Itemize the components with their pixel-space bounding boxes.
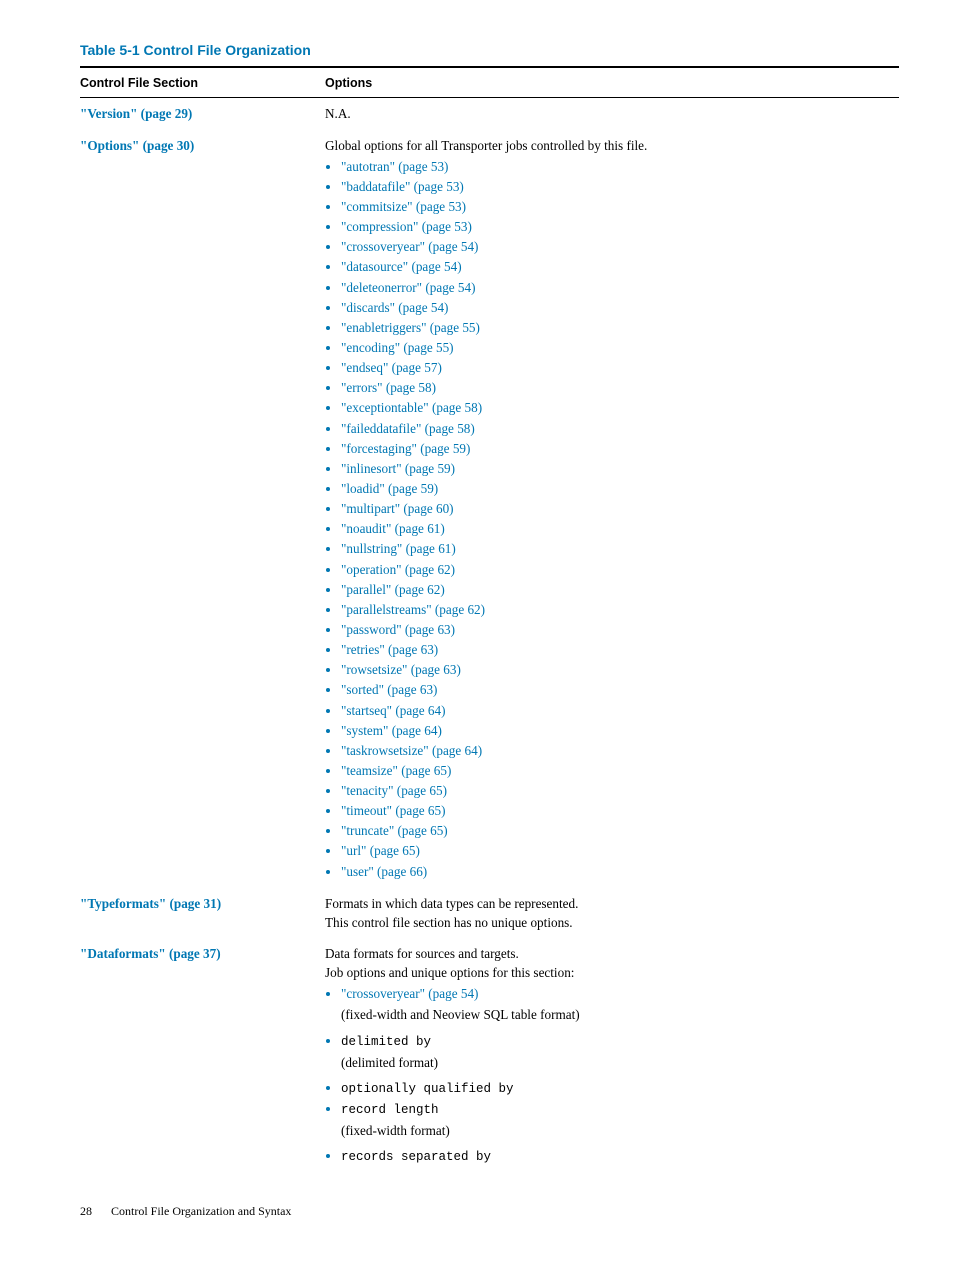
list-item[interactable]: "errors" (page 58)	[341, 380, 436, 395]
list-item[interactable]: "inlinesort" (page 59)	[341, 461, 455, 476]
list-item: records separated by	[341, 1150, 491, 1164]
section-link-dataformats[interactable]: "Dataformats" (page 37)	[80, 946, 221, 961]
list-item[interactable]: "compression" (page 53)	[341, 219, 472, 234]
list-item[interactable]: "encoding" (page 55)	[341, 340, 454, 355]
header-section: Control File Section	[80, 68, 325, 97]
list-item[interactable]: "forcestaging" (page 59)	[341, 441, 470, 456]
table-row: "Typeformats" (page 31) Formats in which…	[80, 888, 899, 938]
options-desc: Global options for all Transporter jobs …	[325, 136, 899, 155]
list-item[interactable]: "datasource" (page 54)	[341, 259, 462, 274]
list-item[interactable]: "taskrowsetsize" (page 64)	[341, 743, 482, 758]
section-link-options[interactable]: "Options" (page 30)	[80, 138, 194, 153]
list-item[interactable]: "multipart" (page 60)	[341, 501, 454, 516]
page-footer: 28 Control File Organization and Syntax	[80, 1203, 899, 1220]
list-item[interactable]: "faileddatafile" (page 58)	[341, 421, 475, 436]
version-desc: N.A.	[325, 98, 899, 129]
list-item[interactable]: "parallelstreams" (page 62)	[341, 602, 485, 617]
list-item[interactable]: "autotran" (page 53)	[341, 159, 448, 174]
list-item[interactable]: "user" (page 66)	[341, 864, 427, 879]
list-item[interactable]: "parallel" (page 62)	[341, 582, 445, 597]
list-item[interactable]: "startseq" (page 64)	[341, 703, 446, 718]
table-row: "Options" (page 30) Global options for a…	[80, 130, 899, 888]
list-item[interactable]: "crossoveryear" (page 54)	[341, 239, 478, 254]
list-item[interactable]: "operation" (page 62)	[341, 562, 455, 577]
list-item[interactable]: "retries" (page 63)	[341, 642, 438, 657]
list-item[interactable]: "enabletriggers" (page 55)	[341, 320, 480, 335]
list-item[interactable]: "commitsize" (page 53)	[341, 199, 466, 214]
typeformats-desc1: Formats in which data types can be repre…	[325, 894, 899, 913]
table-row: "Dataformats" (page 37) Data formats for…	[80, 938, 899, 1173]
page-number: 28	[80, 1203, 108, 1220]
list-note: (fixed-width and Neoview SQL table forma…	[341, 1005, 899, 1024]
list-item: record length	[341, 1103, 439, 1117]
list-item[interactable]: "noaudit" (page 61)	[341, 521, 445, 536]
options-list: "autotran" (page 53) "baddatafile" (page…	[325, 157, 899, 881]
list-item[interactable]: "password" (page 63)	[341, 622, 455, 637]
list-item[interactable]: "endseq" (page 57)	[341, 360, 442, 375]
list-item[interactable]: "sorted" (page 63)	[341, 682, 437, 697]
list-item: optionally qualified by	[341, 1082, 514, 1096]
list-item[interactable]: "loadid" (page 59)	[341, 481, 438, 496]
header-options: Options	[325, 68, 899, 97]
list-item[interactable]: "rowsetsize" (page 63)	[341, 662, 461, 677]
dataformats-list: "crossoveryear" (page 54) (fixed-width a…	[325, 984, 899, 1166]
list-item[interactable]: "baddatafile" (page 53)	[341, 179, 464, 194]
list-item[interactable]: "truncate" (page 65)	[341, 823, 448, 838]
list-item[interactable]: "tenacity" (page 65)	[341, 783, 447, 798]
list-item[interactable]: "nullstring" (page 61)	[341, 541, 456, 556]
typeformats-desc2: This control file section has no unique …	[325, 913, 899, 932]
table-title: Table 5-1 Control File Organization	[80, 40, 899, 60]
control-file-table: Control File Section Options "Version" (…	[80, 68, 899, 1173]
list-note: (delimited format)	[341, 1053, 899, 1072]
list-item[interactable]: "exceptiontable" (page 58)	[341, 400, 482, 415]
section-link-typeformats[interactable]: "Typeformats" (page 31)	[80, 896, 221, 911]
dataformats-desc1: Data formats for sources and targets.	[325, 944, 899, 963]
list-item[interactable]: "discards" (page 54)	[341, 300, 448, 315]
list-note: (fixed-width format)	[341, 1121, 899, 1140]
list-item[interactable]: "teamsize" (page 65)	[341, 763, 451, 778]
table-row: "Version" (page 29) N.A.	[80, 98, 899, 129]
list-item: delimited by	[341, 1035, 431, 1049]
section-link-version[interactable]: "Version" (page 29)	[80, 106, 192, 121]
dataformats-desc2: Job options and unique options for this …	[325, 963, 899, 982]
list-item[interactable]: "timeout" (page 65)	[341, 803, 446, 818]
list-item[interactable]: "crossoveryear" (page 54)	[341, 986, 478, 1001]
list-item[interactable]: "url" (page 65)	[341, 843, 420, 858]
list-item[interactable]: "system" (page 64)	[341, 723, 442, 738]
list-item[interactable]: "deleteonerror" (page 54)	[341, 280, 476, 295]
footer-title: Control File Organization and Syntax	[111, 1204, 291, 1218]
